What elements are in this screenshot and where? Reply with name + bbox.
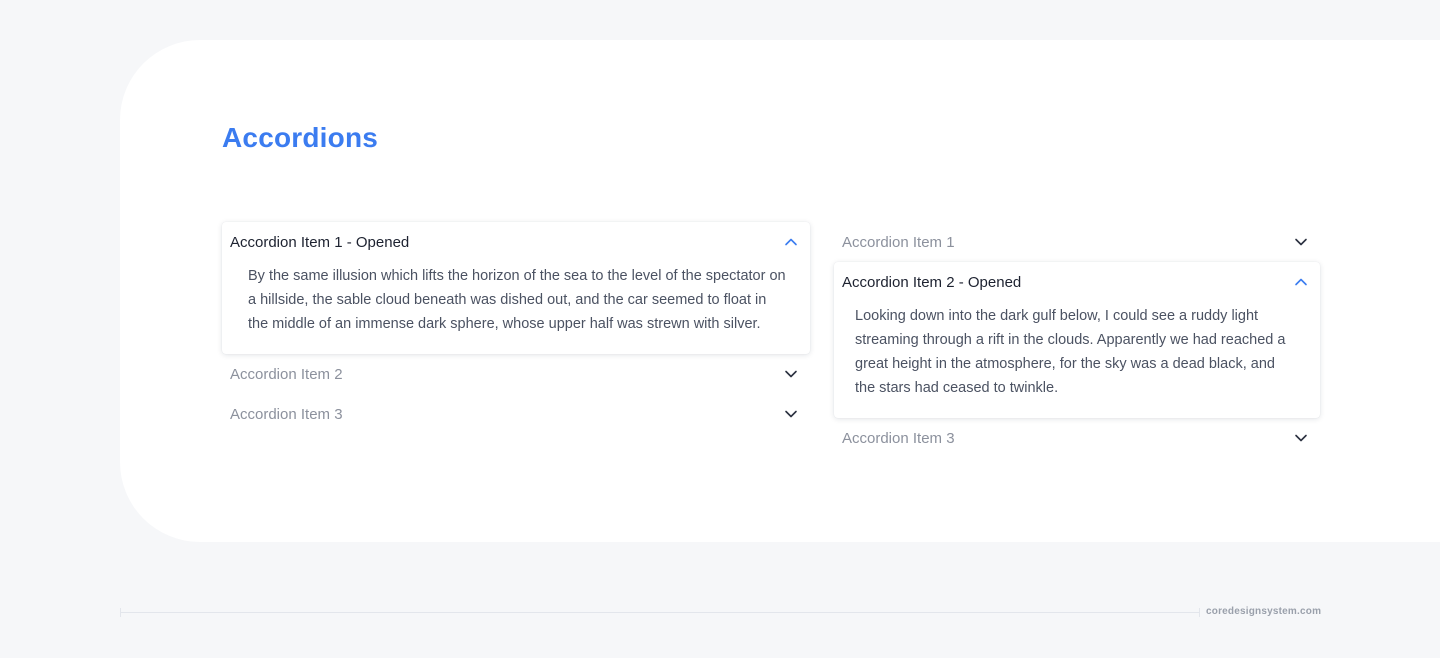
accordion-item-label: Accordion Item 2 — [230, 365, 343, 383]
chevron-down-icon — [785, 370, 797, 378]
accordion-right: Accordion Item 1 Accordion Item 2 - Open… — [834, 222, 1320, 458]
footer-tick — [1199, 608, 1200, 617]
accordion-item-3-header[interactable]: Accordion Item 3 — [834, 418, 1320, 458]
footer-site-label: coredesignsystem.com — [1206, 606, 1322, 617]
accordion-item-label: Accordion Item 1 - Opened — [230, 233, 410, 251]
accordion-item-label: Accordion Item 3 — [230, 405, 343, 423]
accordion-item-1: Accordion Item 1 - Opened By the same il… — [222, 222, 810, 354]
accordion-item-2-header[interactable]: Accordion Item 2 - Opened — [834, 262, 1320, 302]
accordion-item-2: Accordion Item 2 — [222, 354, 810, 394]
accordion-item-1: Accordion Item 1 — [834, 222, 1320, 262]
accordion-item-3-header[interactable]: Accordion Item 3 — [222, 394, 810, 434]
accordion-item-2-header[interactable]: Accordion Item 2 — [222, 354, 810, 394]
accordion-item-1-content: By the same illusion which lifts the hor… — [248, 268, 786, 332]
accordion-item-2: Accordion Item 2 - Opened Looking down i… — [834, 262, 1320, 418]
accordion-item-label: Accordion Item 3 — [842, 429, 955, 447]
chevron-down-icon — [1295, 434, 1307, 442]
chevron-down-icon — [1295, 238, 1307, 246]
accordion-item-label: Accordion Item 2 - Opened — [842, 273, 1022, 291]
footer-divider — [120, 612, 1200, 613]
page-title: Accordions — [222, 122, 379, 153]
chevron-down-icon — [785, 410, 797, 418]
accordion-item-1-header[interactable]: Accordion Item 1 — [834, 222, 1320, 262]
accordion-item-1-header[interactable]: Accordion Item 1 - Opened — [222, 222, 810, 262]
accordion-left: Accordion Item 1 - Opened By the same il… — [222, 222, 810, 434]
chevron-up-icon — [1295, 278, 1307, 286]
accordion-item-2-content: Looking down into the dark gulf below, I… — [855, 308, 1286, 396]
accordion-item-label: Accordion Item 1 — [842, 233, 955, 251]
accordion-item-3: Accordion Item 3 — [222, 394, 810, 434]
chevron-up-icon — [785, 238, 797, 246]
accordion-item-3: Accordion Item 3 — [834, 418, 1320, 458]
